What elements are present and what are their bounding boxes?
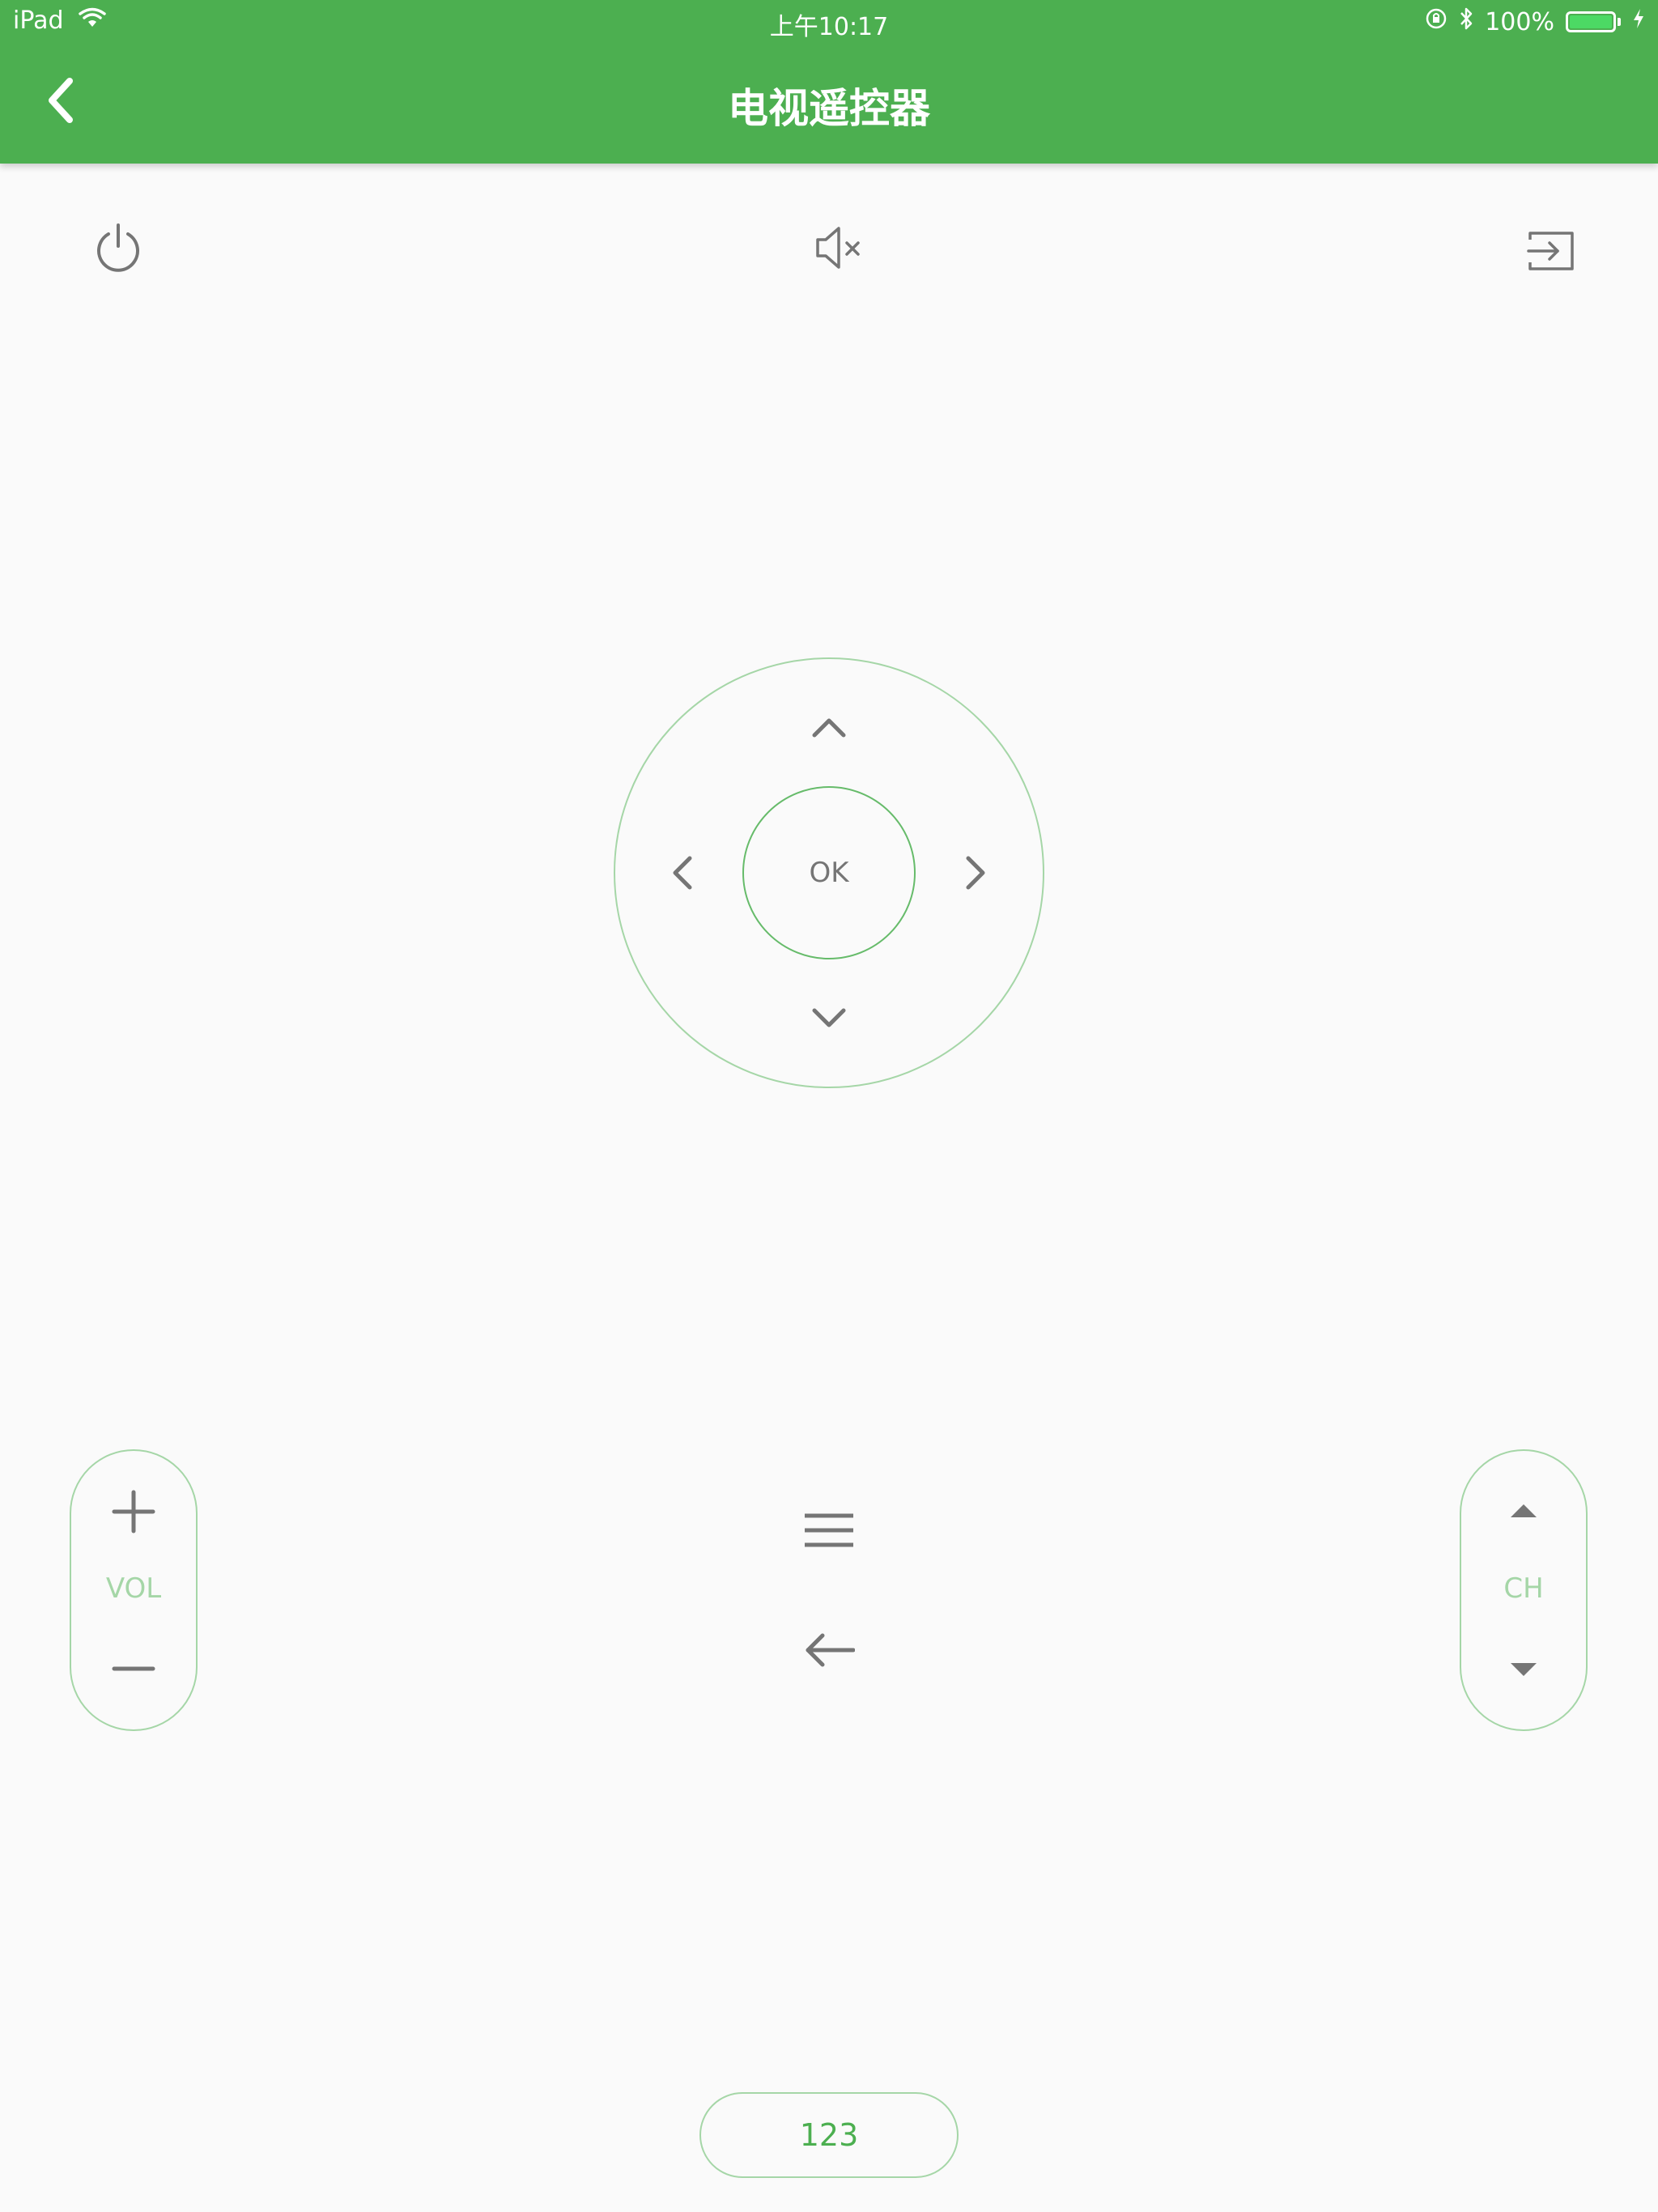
return-button[interactable] [797,1618,861,1682]
plus-icon [112,1490,155,1534]
input-source-icon [1527,232,1574,270]
status-time: 上午10:17 [769,13,889,41]
battery-percent: 100% [1485,7,1554,36]
mute-button[interactable] [806,215,871,280]
power-icon [97,223,139,272]
channel-label: CH [1503,1572,1544,1605]
volume-label: VOL [105,1572,162,1605]
battery-body [1566,11,1616,32]
dpad-up-button[interactable] [797,703,861,751]
power-button[interactable] [86,215,151,280]
dpad-down-button[interactable] [797,994,861,1043]
chevron-right-icon [966,856,985,890]
battery-fill [1570,15,1612,28]
return-arrow-icon [806,1633,855,1667]
dpad-left-button[interactable] [657,840,706,905]
menu-button[interactable] [797,1498,861,1563]
chevron-down-icon [812,1008,846,1027]
minus-icon [112,1666,155,1671]
app-header: iPad 上午10:17 100% 电视遥控器 [0,0,1658,164]
page-title: 电视遥控器 [728,85,930,132]
menu-icon [805,1513,853,1547]
mute-icon [816,227,860,269]
battery-icon [1566,11,1621,32]
dpad-right-button[interactable] [952,840,1001,905]
channel-down-button[interactable] [1491,1645,1556,1694]
volume-up-button[interactable] [101,1483,166,1540]
charging-icon [1632,7,1645,36]
ok-button[interactable]: OK [742,786,916,959]
bluetooth-icon [1459,6,1473,37]
status-bar: iPad 上午10:17 100% [0,0,1658,44]
chevron-left-icon [673,856,692,890]
input-source-button[interactable] [1519,219,1584,283]
battery-tip [1618,18,1621,26]
triangle-down-icon [1511,1663,1537,1676]
orientation-lock-icon [1425,7,1448,36]
volume-down-button[interactable] [101,1640,166,1697]
triangle-up-icon [1511,1504,1537,1517]
chevron-up-icon [812,718,846,738]
status-right: 100% [1425,6,1645,37]
remote-screen: iPad 上午10:17 100% 电视遥控器 OK VOL CH 123 [0,0,1658,2212]
number-pad-button[interactable]: 123 [699,2092,959,2178]
channel-up-button[interactable] [1491,1487,1556,1535]
